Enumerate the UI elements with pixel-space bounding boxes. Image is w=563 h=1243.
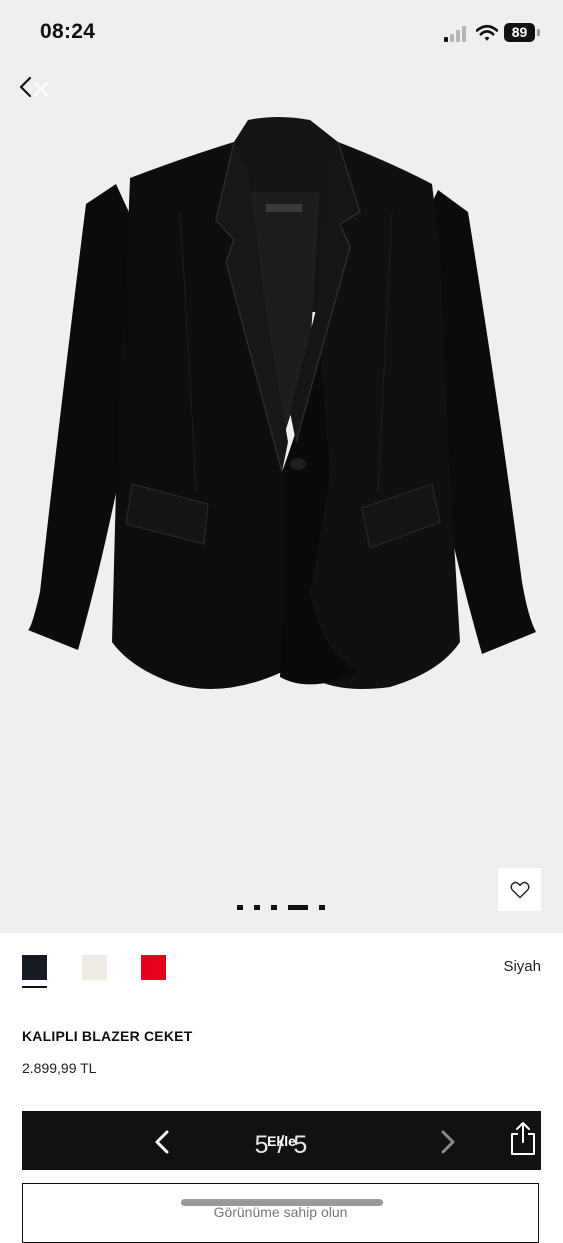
product-price: 2.899,99 TL bbox=[22, 1060, 97, 1076]
get-the-look-label: Görünüme sahip olun bbox=[213, 1204, 348, 1220]
home-indicator[interactable] bbox=[181, 1199, 383, 1206]
wishlist-button[interactable] bbox=[498, 868, 541, 911]
page-dot bbox=[319, 905, 325, 910]
status-bar: 08:24 89 bbox=[0, 0, 563, 68]
page-dot bbox=[237, 905, 243, 910]
chevron-right-icon bbox=[441, 1130, 455, 1154]
status-time: 08:24 bbox=[40, 20, 96, 43]
battery-level: 89 bbox=[504, 23, 535, 42]
next-image-button[interactable] bbox=[438, 1129, 458, 1155]
product-photo bbox=[28, 117, 536, 690]
color-selector: Siyah bbox=[0, 948, 563, 992]
product-image-gallery[interactable]: 08:24 89 bbox=[0, 0, 563, 933]
add-to-bag-button[interactable]: Ekle 5 / 5 bbox=[22, 1111, 541, 1170]
image-counter: 5 / 5 bbox=[254, 1131, 309, 1159]
chevron-left-icon bbox=[155, 1130, 169, 1154]
battery-tip bbox=[537, 29, 540, 36]
selected-swatch-indicator bbox=[22, 986, 47, 988]
selected-color-name: Siyah bbox=[503, 958, 541, 975]
color-swatch-black[interactable] bbox=[22, 955, 47, 980]
product-title: KALIPLI BLAZER CEKET bbox=[22, 1028, 193, 1044]
page-dot bbox=[254, 905, 260, 910]
color-swatch-red[interactable] bbox=[141, 955, 166, 980]
share-button[interactable] bbox=[508, 1120, 538, 1158]
color-swatch-cream[interactable] bbox=[82, 955, 107, 980]
heart-icon bbox=[510, 881, 529, 898]
back-chevron-icon bbox=[19, 76, 48, 98]
share-icon bbox=[511, 1122, 535, 1155]
page-dot-active bbox=[288, 905, 308, 910]
previous-image-button[interactable] bbox=[152, 1129, 172, 1155]
back-button[interactable] bbox=[16, 72, 56, 106]
get-the-look-button[interactable]: Görünüme sahip olun bbox=[22, 1183, 539, 1243]
cellular-signal-icon bbox=[444, 25, 470, 42]
wifi-icon bbox=[476, 24, 498, 41]
page-dot bbox=[271, 905, 277, 910]
